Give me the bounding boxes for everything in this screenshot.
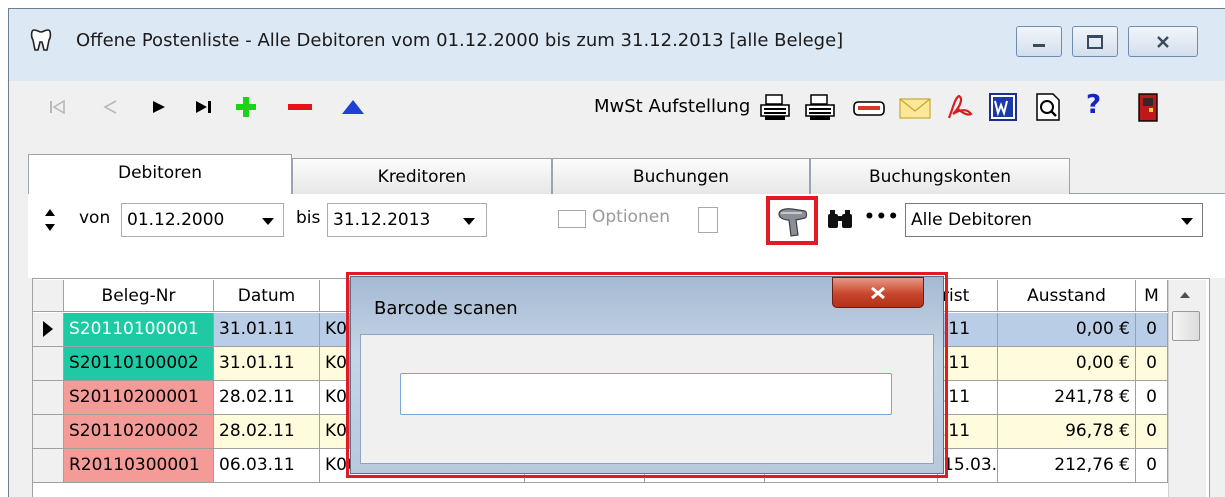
word-icon[interactable]	[988, 92, 1018, 122]
cell-ausstand[interactable]: 0,00 €	[998, 347, 1136, 381]
last-record-icon[interactable]	[193, 99, 215, 115]
row-indicator[interactable]	[33, 347, 64, 381]
current-row-icon	[43, 321, 53, 337]
cell-beleg-nr[interactable]: S20110200002	[64, 415, 214, 449]
exit-door-icon[interactable]	[1135, 92, 1161, 122]
row-indicator[interactable]	[33, 313, 64, 347]
add-record-icon[interactable]	[234, 95, 258, 119]
cell-ausstand[interactable]: 96,78 €	[998, 415, 1136, 449]
cell-beleg-nr[interactable]: R20110300001	[64, 449, 214, 483]
bis-date-picker[interactable]: 31.12.2013	[327, 203, 487, 237]
maximize-icon	[1087, 34, 1103, 49]
cell-datum[interactable]: 31.01.11	[214, 313, 320, 347]
cell-m[interactable]: 0	[1136, 381, 1168, 415]
row-indicator[interactable]	[33, 381, 64, 415]
row-indicator[interactable]	[33, 415, 64, 449]
cell-ausstand[interactable]: 0,00 €	[998, 313, 1136, 347]
debitor-select-value: Alle Debitoren	[911, 210, 1032, 230]
cell-ausstand[interactable]: 212,76 €	[998, 449, 1136, 483]
minimize-button[interactable]	[1016, 26, 1062, 57]
column-header-beleg-nr[interactable]: Beleg-Nr	[64, 280, 214, 312]
close-button[interactable]	[1128, 26, 1198, 57]
scrollbar-thumb[interactable]	[1172, 311, 1200, 341]
cell-datum[interactable]: 31.01.11	[214, 347, 320, 381]
cell-datum[interactable]: 28.02.11	[214, 415, 320, 449]
barcode-input[interactable]	[400, 373, 892, 415]
cell-beleg-nr[interactable]: S20110200001	[64, 381, 214, 415]
more-options-icon[interactable]: •••	[864, 207, 900, 227]
pdf-icon[interactable]	[943, 92, 975, 122]
close-icon	[871, 286, 885, 299]
binoculars-icon[interactable]	[826, 208, 854, 230]
window-title: Offene Postenliste - Alle Debitoren vom …	[76, 30, 844, 51]
cell-datum[interactable]: 06.03.11	[214, 449, 320, 483]
tab-kreditoren[interactable]: Kreditoren	[292, 158, 552, 194]
chevron-down-icon[interactable]	[262, 218, 274, 225]
print-preview-icon[interactable]	[803, 92, 837, 122]
tooth-app-icon	[30, 29, 52, 51]
bis-date-value: 31.12.2013	[333, 210, 431, 230]
mwst-aufstellung-button[interactable]: MwSt Aufstellung	[594, 96, 750, 117]
von-date-picker[interactable]: 01.12.2000	[121, 203, 284, 237]
cell-beleg-nr[interactable]: S20110100002	[64, 347, 214, 381]
bis-label: bis	[296, 208, 321, 228]
close-icon	[1157, 35, 1169, 48]
next-record-icon[interactable]	[150, 99, 168, 115]
grid-header-corner	[33, 280, 64, 312]
cell-datum[interactable]: 28.02.11	[214, 381, 320, 415]
optionen-label: Optionen	[592, 207, 670, 227]
tab-buchungen[interactable]: Buchungen	[552, 158, 810, 194]
dymo-label-icon[interactable]	[852, 96, 886, 120]
dialog-close-button[interactable]	[832, 277, 924, 308]
help-icon[interactable]: ?	[1086, 90, 1101, 120]
cell-beleg-nr[interactable]: S20110100001	[64, 313, 214, 347]
maximize-button[interactable]	[1072, 26, 1118, 57]
barcode-scanner-icon	[778, 208, 808, 237]
cell-m[interactable]: 0	[1136, 347, 1168, 381]
column-header-ausstand[interactable]: Ausstand	[998, 280, 1136, 312]
dialog-title: Barcode scanen	[374, 298, 518, 319]
cell-m[interactable]: 0	[1136, 449, 1168, 483]
tab-buchungskonten[interactable]: Buchungskonten	[810, 158, 1070, 194]
up-arrow-icon[interactable]	[340, 98, 366, 116]
email-icon[interactable]	[898, 95, 932, 121]
optionen-checkbox[interactable]	[698, 207, 718, 233]
tab-debitoren[interactable]: Debitoren	[28, 154, 292, 194]
von-date-value: 01.12.2000	[127, 210, 225, 230]
row-indicator[interactable]	[33, 449, 64, 483]
column-header-m[interactable]: M	[1136, 280, 1168, 312]
chevron-down-icon[interactable]	[463, 218, 475, 225]
prev-record-icon[interactable]	[100, 98, 120, 116]
von-label: von	[79, 208, 111, 228]
cell-ausstand[interactable]: 241,78 €	[998, 381, 1136, 415]
debitor-select[interactable]: Alle Debitoren	[905, 203, 1203, 237]
delete-record-icon[interactable]	[287, 102, 313, 112]
minimize-icon	[1033, 44, 1045, 47]
cell-m[interactable]: 0	[1136, 415, 1168, 449]
sort-updown-icon[interactable]	[43, 206, 57, 234]
column-header-datum[interactable]: Datum	[214, 280, 320, 312]
first-record-icon[interactable]	[48, 98, 68, 116]
cell-m[interactable]: 0	[1136, 313, 1168, 347]
print-icon[interactable]	[758, 92, 792, 122]
chevron-down-icon[interactable]	[1181, 218, 1193, 225]
scroll-up-icon[interactable]	[1177, 289, 1193, 301]
optionen-toggle[interactable]	[558, 210, 586, 228]
preview-icon[interactable]	[1033, 92, 1063, 122]
barcode-scan-button[interactable]	[766, 196, 818, 245]
